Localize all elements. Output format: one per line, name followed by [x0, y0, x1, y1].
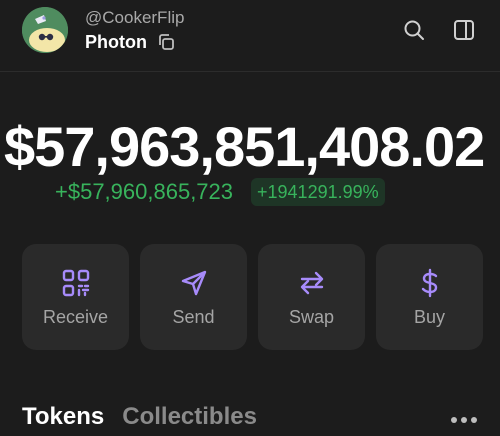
header-actions	[402, 18, 476, 42]
action-buttons: Receive Send Swap Buy	[22, 244, 483, 350]
buy-label: Buy	[413, 307, 446, 327]
receive-button[interactable]: Receive	[22, 244, 129, 350]
swap-button[interactable]: Swap	[258, 244, 365, 350]
send-button[interactable]: Send	[140, 244, 247, 350]
sidebar-panel-icon[interactable]	[452, 18, 476, 42]
tab-collectibles[interactable]: Collectibles	[122, 403, 257, 431]
receive-label: Receive	[42, 307, 109, 327]
balance-change: +$57,960,865,723 +1941291.99%	[55, 177, 385, 207]
account-info: @CookerFlip Photon	[85, 8, 184, 53]
send-icon	[179, 268, 209, 298]
swap-label: Swap	[288, 307, 335, 327]
username: @CookerFlip	[85, 8, 185, 27]
change-amount: +$57,960,865,723	[55, 179, 234, 204]
send-label: Send	[172, 307, 215, 327]
header: @CookerFlip Photon	[0, 0, 500, 72]
total-balance: $57,963,851,408.02	[4, 115, 485, 178]
wallet-row: Photon	[85, 31, 184, 53]
qr-code-icon	[61, 268, 91, 298]
more-options-icon[interactable]	[450, 412, 478, 423]
change-percent-badge: +1941291.99%	[251, 178, 385, 206]
buy-button[interactable]: Buy	[376, 244, 483, 350]
search-icon[interactable]	[402, 18, 426, 42]
tab-tokens[interactable]: Tokens	[22, 403, 104, 431]
wallet-name[interactable]: Photon	[85, 31, 147, 53]
asset-tabs: Tokens Collectibles	[22, 403, 257, 431]
avatar-image	[22, 7, 68, 53]
wallet-screen: @CookerFlip Photon $57,963,851,408.02 +$…	[0, 0, 500, 436]
avatar[interactable]	[22, 7, 68, 53]
copy-icon[interactable]	[157, 33, 175, 51]
dollar-icon	[415, 268, 445, 298]
swap-icon	[297, 268, 327, 298]
